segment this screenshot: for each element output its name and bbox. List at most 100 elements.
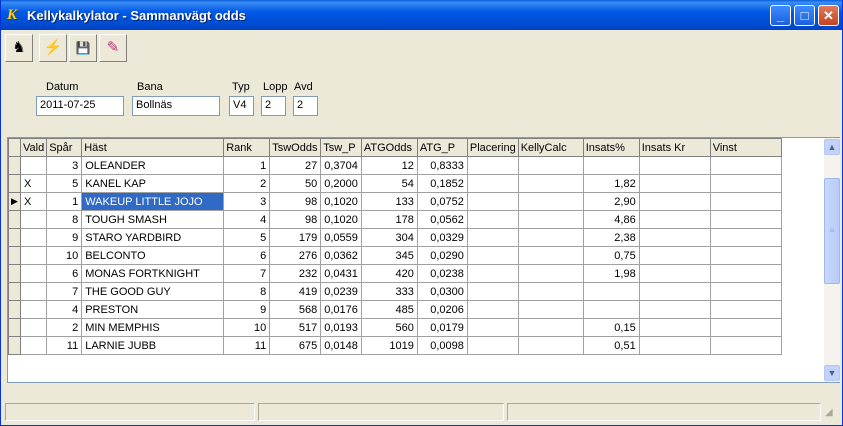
cell-atg-p[interactable]: 0,0238 bbox=[416, 264, 468, 283]
clear-button[interactable]: ✎ bbox=[99, 34, 127, 62]
cell-atgodds[interactable]: 560 bbox=[360, 318, 418, 337]
maximize-button[interactable]: □ bbox=[794, 5, 815, 26]
cell-hast[interactable]: BELCONTO bbox=[81, 246, 225, 265]
cell-kellycalc[interactable] bbox=[517, 318, 584, 337]
cell-spar[interactable]: 5 bbox=[46, 174, 83, 193]
cell-kellycalc[interactable] bbox=[517, 192, 584, 211]
cell-vald[interactable] bbox=[19, 300, 48, 319]
row-selector[interactable] bbox=[8, 246, 21, 265]
cell-vald[interactable] bbox=[19, 246, 48, 265]
column-header-rank[interactable]: Rank bbox=[223, 138, 271, 157]
cell-placering[interactable] bbox=[466, 300, 519, 319]
cell-kellycalc[interactable] bbox=[517, 174, 584, 193]
cell-insats-pct[interactable] bbox=[582, 156, 640, 175]
lopp-field[interactable]: 2 bbox=[261, 96, 286, 116]
cell-insats-pct[interactable]: 2,90 bbox=[582, 192, 640, 211]
bana-field[interactable]: Bollnäs bbox=[132, 96, 220, 116]
column-header-atg-p[interactable]: ATG_P bbox=[416, 138, 468, 157]
cell-kellycalc[interactable] bbox=[517, 282, 584, 301]
cell-vinst[interactable] bbox=[709, 300, 782, 319]
cell-vald[interactable] bbox=[19, 282, 48, 301]
cell-atgodds[interactable]: 12 bbox=[360, 156, 418, 175]
cell-insats-kr[interactable] bbox=[638, 228, 711, 247]
cell-tsw-p[interactable]: 0,1020 bbox=[320, 192, 362, 211]
vertical-scrollbar[interactable]: ▲ ≡ ▼ bbox=[824, 138, 840, 382]
table-row[interactable]: 9 STARO YARDBIRD 5 179 0,0559 304 0,0329 2,38 bbox=[8, 228, 782, 247]
cell-atg-p[interactable]: 0,0179 bbox=[416, 318, 468, 337]
cell-atg-p[interactable]: 0,0300 bbox=[416, 282, 468, 301]
cell-insats-kr[interactable] bbox=[638, 210, 711, 229]
cell-spar[interactable]: 3 bbox=[46, 156, 83, 175]
cell-vinst[interactable] bbox=[709, 174, 782, 193]
cell-placering[interactable] bbox=[466, 264, 519, 283]
cell-vald[interactable] bbox=[19, 156, 48, 175]
horse-button[interactable]: ♞ bbox=[5, 34, 33, 62]
cell-insats-pct[interactable]: 0,51 bbox=[582, 336, 640, 355]
cell-rank[interactable]: 5 bbox=[223, 228, 271, 247]
row-selector[interactable] bbox=[8, 210, 21, 229]
cell-insats-kr[interactable] bbox=[638, 174, 711, 193]
cell-insats-pct[interactable] bbox=[582, 300, 640, 319]
cell-vinst[interactable] bbox=[709, 282, 782, 301]
cell-kellycalc[interactable] bbox=[517, 264, 584, 283]
minimize-button[interactable]: _ bbox=[770, 5, 791, 26]
column-header-kellycalc[interactable]: KellyCalc bbox=[517, 138, 584, 157]
cell-placering[interactable] bbox=[466, 210, 519, 229]
cell-tsw-p[interactable]: 0,0193 bbox=[320, 318, 362, 337]
cell-vald[interactable]: X bbox=[19, 174, 48, 193]
column-header-atgodds[interactable]: ATGOdds bbox=[360, 138, 418, 157]
table-row[interactable]: 2 MIN MEMPHIS 10 517 0,0193 560 0,0179 0,15 bbox=[8, 318, 782, 337]
column-header-spar[interactable]: Spår bbox=[46, 138, 83, 157]
cell-vinst[interactable] bbox=[709, 156, 782, 175]
cell-insats-kr[interactable] bbox=[638, 336, 711, 355]
cell-vinst[interactable] bbox=[709, 210, 782, 229]
cell-hast[interactable]: OLEANDER bbox=[81, 156, 225, 175]
cell-vald[interactable] bbox=[19, 336, 48, 355]
column-header-insats-pct[interactable]: Insats% bbox=[582, 138, 640, 157]
row-selector[interactable] bbox=[8, 336, 21, 355]
save-button[interactable]: 💾 bbox=[69, 34, 97, 62]
table-row[interactable]: 6 MONAS FORTKNIGHT 7 232 0,0431 420 0,0238 1,98 bbox=[8, 264, 782, 283]
cell-vald[interactable]: X bbox=[19, 192, 48, 211]
cell-tswodds[interactable]: 179 bbox=[269, 228, 322, 247]
cell-tswodds[interactable]: 50 bbox=[269, 174, 322, 193]
cell-vald[interactable] bbox=[19, 318, 48, 337]
cell-insats-kr[interactable] bbox=[638, 246, 711, 265]
table-row[interactable]: ▶ X 1 WAKEUP LITTLE JOJO 3 98 0,1020 133 0,0752 2… bbox=[8, 192, 782, 211]
row-selector[interactable] bbox=[8, 318, 21, 337]
cell-atgodds[interactable]: 304 bbox=[360, 228, 418, 247]
cell-hast[interactable]: LARNIE JUBB bbox=[81, 336, 225, 355]
cell-placering[interactable] bbox=[466, 246, 519, 265]
cell-tswodds[interactable]: 568 bbox=[269, 300, 322, 319]
cell-kellycalc[interactable] bbox=[517, 336, 584, 355]
row-selector[interactable]: ▶ bbox=[8, 192, 21, 211]
cell-atg-p[interactable]: 0,0329 bbox=[416, 228, 468, 247]
cell-hast[interactable]: TOUGH SMASH bbox=[81, 210, 225, 229]
cell-tsw-p[interactable]: 0,0559 bbox=[320, 228, 362, 247]
column-header-vald[interactable]: Vald bbox=[19, 138, 48, 157]
column-header-placering[interactable]: Placering bbox=[466, 138, 519, 157]
cell-insats-kr[interactable] bbox=[638, 192, 711, 211]
cell-rank[interactable]: 2 bbox=[223, 174, 271, 193]
cell-hast[interactable]: MONAS FORTKNIGHT bbox=[81, 264, 225, 283]
kelly-app-icon[interactable]: K bbox=[7, 7, 23, 23]
cell-rank[interactable]: 4 bbox=[223, 210, 271, 229]
cell-atg-p[interactable]: 0,0098 bbox=[416, 336, 468, 355]
cell-placering[interactable] bbox=[466, 282, 519, 301]
datum-field[interactable]: 2011-07-25 bbox=[36, 96, 124, 116]
cell-atg-p[interactable]: 0,1852 bbox=[416, 174, 468, 193]
cell-kellycalc[interactable] bbox=[517, 156, 584, 175]
cell-tswodds[interactable]: 98 bbox=[269, 210, 322, 229]
cell-tsw-p[interactable]: 0,0176 bbox=[320, 300, 362, 319]
cell-spar[interactable]: 1 bbox=[46, 192, 83, 211]
cell-hast[interactable]: MIN MEMPHIS bbox=[81, 318, 225, 337]
cell-rank[interactable]: 11 bbox=[223, 336, 271, 355]
cell-vald[interactable] bbox=[19, 210, 48, 229]
cell-atgodds[interactable]: 345 bbox=[360, 246, 418, 265]
cell-atgodds[interactable]: 1019 bbox=[360, 336, 418, 355]
cell-tswodds[interactable]: 517 bbox=[269, 318, 322, 337]
cell-rank[interactable]: 7 bbox=[223, 264, 271, 283]
cell-kellycalc[interactable] bbox=[517, 228, 584, 247]
cell-insats-kr[interactable] bbox=[638, 300, 711, 319]
cell-vald[interactable] bbox=[19, 228, 48, 247]
